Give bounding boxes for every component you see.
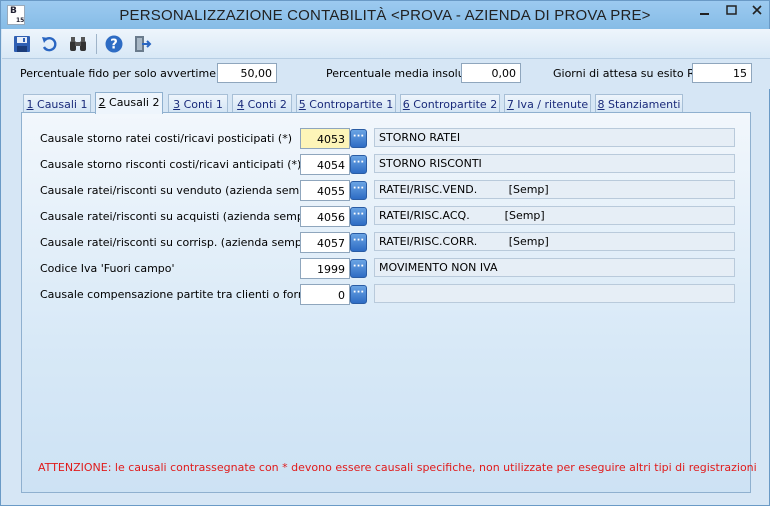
- tab-panel-causali-2: Causale storno ratei costi/ricavi postic…: [21, 112, 757, 493]
- parameters-bar: Percentuale fido per solo avvertimento 5…: [2, 59, 770, 89]
- exit-icon: [135, 36, 152, 52]
- tab-stanziamenti[interactable]: 8 Stanziamenti: [595, 94, 683, 113]
- description-field: STORNO RATEI: [374, 128, 735, 147]
- maximize-icon: [726, 5, 737, 15]
- giorni-attesa-input[interactable]: 15: [692, 63, 752, 83]
- insoluti-percent-input[interactable]: 0,00: [461, 63, 521, 83]
- warning-message: ATTENZIONE: le causali contrassegnate co…: [38, 461, 757, 474]
- code-input[interactable]: 4056: [300, 206, 350, 227]
- description-field: RATEI/RISC.ACQ. [Semp]: [374, 206, 735, 225]
- lookup-button[interactable]: ···: [350, 285, 367, 304]
- giorni-label: Giorni di attesa su esito RB: [553, 67, 703, 80]
- window: B 15 PERSONALIZZAZIONE CONTABILITÀ <PROV…: [0, 0, 770, 506]
- close-button[interactable]: [745, 1, 769, 21]
- code-input[interactable]: 1999: [300, 258, 350, 279]
- binoculars-icon: [70, 37, 86, 51]
- help-icon: ?: [105, 35, 123, 53]
- save-button[interactable]: [12, 34, 32, 54]
- undo-icon: [42, 37, 57, 52]
- insoluti-label: Percentuale media insoluti: [326, 67, 473, 80]
- lookup-button[interactable]: ···: [350, 181, 367, 200]
- minimize-icon: [700, 13, 709, 15]
- tab-contropartite-2[interactable]: 6 Contropartite 2: [400, 94, 500, 113]
- description-field: MOVIMENTO NON IVA: [374, 258, 735, 277]
- code-input[interactable]: 4053: [300, 128, 350, 149]
- close-icon: [752, 5, 762, 15]
- svg-text:?: ?: [110, 38, 118, 53]
- code-input[interactable]: 4057: [300, 232, 350, 253]
- window-title: PERSONALIZZAZIONE CONTABILITÀ <PROVA - A…: [119, 7, 651, 24]
- fido-label: Percentuale fido per solo avvertimento: [20, 67, 234, 80]
- tab-conti-2[interactable]: 4 Conti 2: [232, 94, 292, 113]
- code-input[interactable]: 4055: [300, 180, 350, 201]
- minimize-button[interactable]: [691, 1, 719, 21]
- description-field: RATEI/RISC.VEND. [Semp]: [374, 180, 735, 199]
- description-field: RATEI/RISC.CORR. [Semp]: [374, 232, 735, 251]
- row-label: Codice Iva 'Fuori campo': [40, 262, 175, 275]
- lookup-button[interactable]: ···: [350, 155, 367, 174]
- row-label: Causale storno ratei costi/ricavi postic…: [40, 132, 292, 145]
- row-label: Causale ratei/risconti su venduto (azien…: [40, 184, 335, 197]
- toolbar-separator: [96, 34, 97, 54]
- search-button[interactable]: [68, 34, 88, 54]
- fido-percent-input[interactable]: 50,00: [217, 63, 277, 83]
- maximize-button[interactable]: [719, 1, 745, 21]
- row-label: Causale ratei/risconti su corrisp. (azie…: [40, 236, 331, 249]
- row-label: Causale storno risconti costi/ricavi ant…: [40, 158, 302, 171]
- code-input[interactable]: 4054: [300, 154, 350, 175]
- lookup-button[interactable]: ···: [350, 207, 367, 226]
- tab-iva-ritenute[interactable]: 7 Iva / ritenute: [504, 94, 591, 113]
- title-bar: B 15 PERSONALIZZAZIONE CONTABILITÀ <PROV…: [1, 1, 769, 29]
- tab-conti-1[interactable]: 3 Conti 1: [168, 94, 228, 113]
- tab-causali-1[interactable]: 1 Causali 1: [23, 94, 91, 113]
- code-input[interactable]: 0: [300, 284, 350, 305]
- description-field: STORNO RISCONTI: [374, 154, 735, 173]
- lookup-button[interactable]: ···: [350, 129, 367, 148]
- lookup-button[interactable]: ···: [350, 259, 367, 278]
- tab-causali-2[interactable]: 2 Causali 2: [95, 92, 163, 114]
- lookup-button[interactable]: ···: [350, 233, 367, 252]
- toolbar: ?: [2, 29, 770, 59]
- exit-button[interactable]: [132, 34, 152, 54]
- row-label: Causale compensazione partite tra client…: [40, 288, 327, 301]
- help-button[interactable]: ?: [104, 34, 124, 54]
- description-field: [374, 284, 735, 303]
- undo-button[interactable]: [40, 34, 60, 54]
- save-icon: [14, 36, 30, 52]
- row-label: Causale ratei/risconti su acquisti (azie…: [40, 210, 333, 223]
- tab-contropartite-1[interactable]: 5 Contropartite 1: [296, 94, 396, 113]
